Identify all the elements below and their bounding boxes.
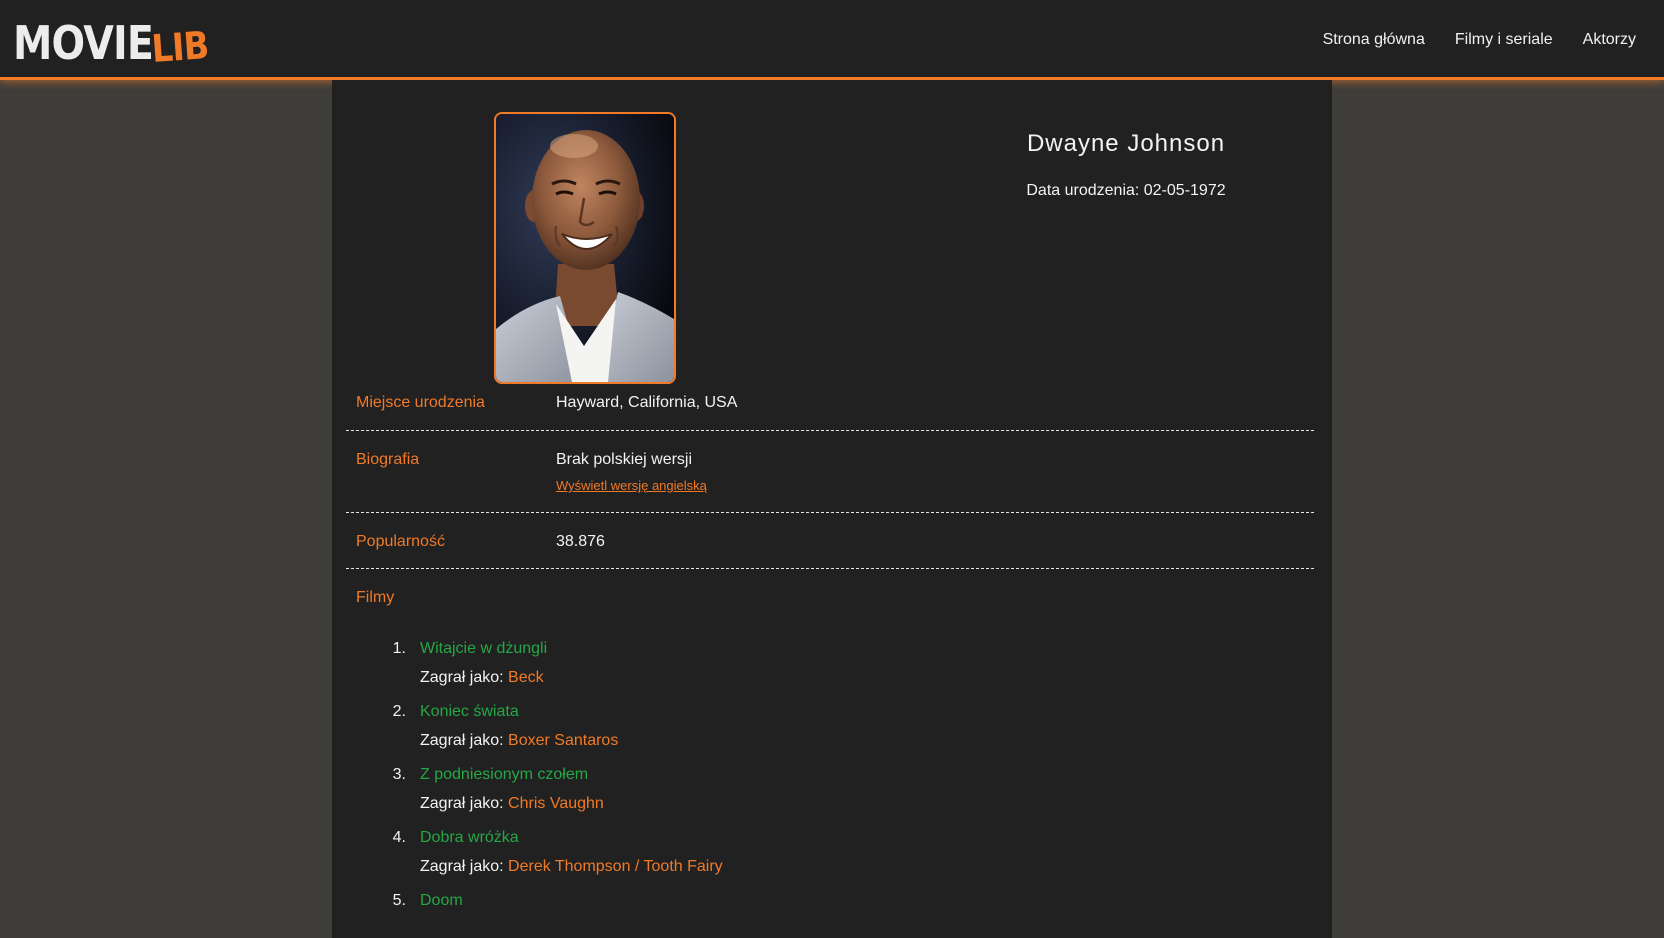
film-title-link[interactable]: Z podniesionym czołem [420,766,588,784]
film-role-prefix: Zagrał jako: [420,858,509,875]
film-role-prefix: Zagrał jako: [420,669,509,686]
divider [346,430,1314,431]
film-number: 1. [392,640,406,657]
nav-link-home[interactable]: Strona główna [1323,31,1425,49]
film-role-name: Boxer Santaros [508,732,619,749]
divider [346,512,1314,513]
logo[interactable]: MOVIE LIB [13,14,210,71]
film-role-name: Chris Vaughn [508,795,604,812]
film-role: Zagrał jako: Beck [420,669,544,687]
actor-name: Dwayne Johnson [1026,130,1226,157]
film-role-name: Beck [508,669,544,686]
film-role-prefix: Zagrał jako: [420,732,509,749]
actor-photo [494,112,676,384]
film-role: Zagrał jako: Chris Vaughn [420,795,604,813]
film-role: Zagrał jako: Derek Thompson / Tooth Fair… [420,858,723,876]
nav-links: Strona główna Filmy i seriale Aktorzy [1323,0,1636,80]
actor-portrait-image [496,114,674,382]
film-number: 3. [392,766,406,783]
nav-link-movies-series[interactable]: Filmy i seriale [1455,31,1553,49]
film-title-link[interactable]: Witajcie w dżungli [420,640,547,658]
film-role-name: Derek Thompson / Tooth Fairy [508,858,723,875]
birth-date: Data urodzenia: 02-05-1972 [1026,182,1226,199]
birthplace-value: Hayward, California, USA [556,394,738,411]
film-number: 4. [392,829,406,846]
actor-detail-panel: Dwayne Johnson Data urodzenia: 02-05-197… [332,80,1332,938]
show-english-version-link[interactable]: Wyświetl wersję angielską [556,478,707,493]
logo-movie-text: MOVIE [13,16,154,70]
logo-lib-text: LIB [150,23,210,71]
nav-link-actors[interactable]: Aktorzy [1583,31,1636,49]
divider [346,568,1314,569]
film-title-link[interactable]: Dobra wróżka [420,829,519,847]
film-role-prefix: Zagrał jako: [420,795,509,812]
film-title-link[interactable]: Koniec świata [420,703,519,721]
biography-value: Brak polskiej wersji [556,451,693,468]
film-number: 5. [392,892,406,909]
birthplace-label: Miejsce urodzenia [356,394,485,411]
biography-label: Biografia [356,451,420,468]
film-number: 2. [392,703,406,720]
popularity-value: 38.876 [556,533,605,550]
film-role: Zagrał jako: Boxer Santaros [420,732,618,750]
films-label: Filmy [356,589,395,606]
popularity-label: Popularność [356,533,445,550]
top-navbar: MOVIE LIB Strona główna Filmy i seriale … [0,0,1664,80]
film-title-link[interactable]: Doom [420,892,463,910]
